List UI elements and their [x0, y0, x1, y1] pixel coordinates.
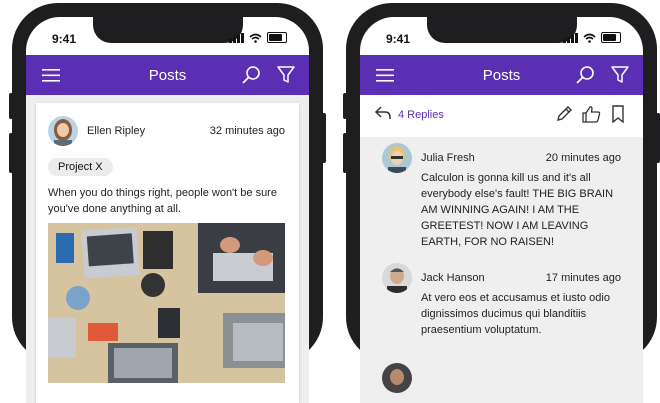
side-button — [656, 113, 660, 163]
comment-text: Calculon is gonna kill us and it's all e… — [421, 172, 614, 248]
comment-time: 20 minutes ago — [545, 152, 621, 164]
avatar[interactable] — [382, 363, 412, 393]
avatar[interactable] — [382, 143, 412, 173]
battery-icon — [267, 32, 287, 43]
post-toolbar: 4 Replies — [360, 95, 643, 137]
post-text: When you do things right, people won't b… — [48, 187, 277, 215]
wifi-icon — [583, 33, 596, 43]
status-time: 9:41 — [52, 32, 77, 46]
comment-author[interactable]: Julia Fresh — [421, 152, 475, 164]
page-title: Posts — [482, 67, 521, 84]
side-button — [322, 113, 326, 163]
filter-icon[interactable] — [277, 66, 295, 84]
screen: 9:41 Posts Ellen Ripley 32 minutes ago P… — [26, 17, 309, 403]
side-button — [343, 133, 347, 173]
side-button — [9, 133, 13, 173]
avatar[interactable] — [382, 263, 412, 293]
search-icon[interactable] — [575, 65, 595, 85]
post-card[interactable]: Ellen Ripley 32 minutes ago Project X Wh… — [36, 103, 299, 403]
status-bar: 9:41 — [360, 29, 643, 47]
comments-list: Julia Fresh 20 minutes ago Calculon is g… — [360, 137, 643, 403]
phone-left: 9:41 Posts Ellen Ripley 32 minutes ago P… — [9, 3, 326, 403]
side-button — [9, 93, 13, 119]
signal-icon — [563, 32, 578, 43]
screen: 9:41 Posts 4 Replies Julia Fresh 20 minu… — [360, 17, 643, 403]
like-icon[interactable] — [582, 105, 601, 123]
status-bar: 9:41 — [26, 29, 309, 47]
comment-text: At vero eos et accusamus et iusto odio d… — [421, 292, 610, 336]
edit-icon[interactable] — [555, 105, 573, 123]
comment-time: 17 minutes ago — [545, 272, 621, 284]
replies-link[interactable]: 4 Replies — [398, 109, 444, 121]
bookmark-icon[interactable] — [611, 105, 625, 123]
post-author[interactable]: Ellen Ripley — [87, 125, 145, 137]
tag-chip[interactable]: Project X — [48, 158, 113, 176]
battery-icon — [601, 32, 621, 43]
comment-author[interactable]: Jack Hanson — [421, 272, 485, 284]
page-title: Posts — [148, 67, 187, 84]
wifi-icon — [249, 33, 262, 43]
app-bar: Posts — [26, 55, 309, 95]
phone-right: 9:41 Posts 4 Replies Julia Fresh 20 minu… — [343, 3, 660, 403]
filter-icon[interactable] — [611, 66, 629, 84]
feed: Ellen Ripley 32 minutes ago Project X Wh… — [26, 95, 309, 403]
signal-icon — [229, 32, 244, 43]
post-time: 32 minutes ago — [209, 125, 285, 137]
side-button — [343, 93, 347, 119]
search-icon[interactable] — [241, 65, 261, 85]
status-time: 9:41 — [386, 32, 411, 46]
avatar[interactable] — [48, 116, 78, 146]
post-image[interactable] — [48, 223, 285, 383]
app-bar: Posts — [360, 55, 643, 95]
reply-icon[interactable] — [374, 105, 392, 121]
